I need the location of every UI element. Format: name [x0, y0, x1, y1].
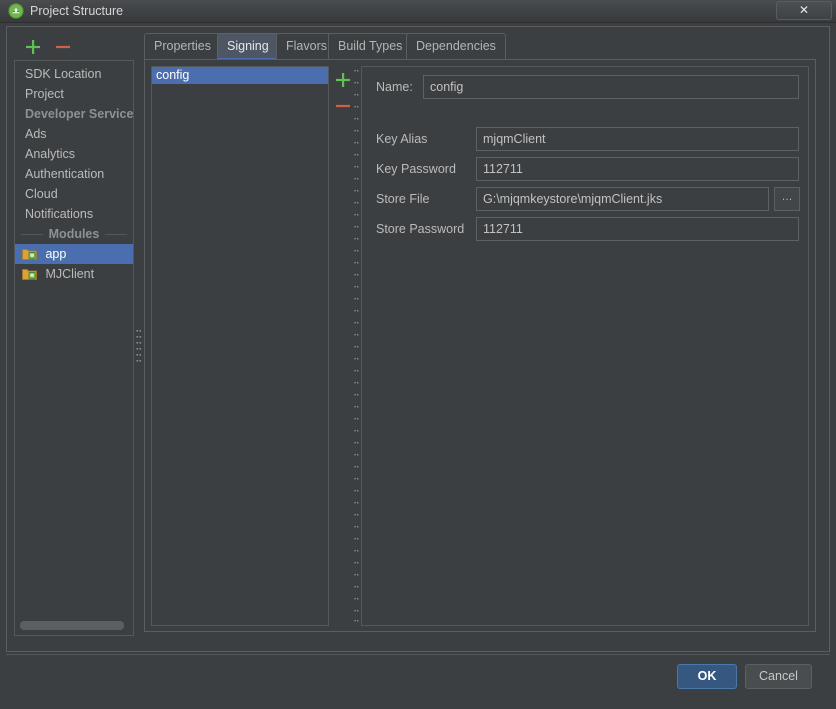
store-file-input[interactable]: G:\mjqmkeystore\mjqmClient.jks: [476, 187, 769, 211]
tab-properties[interactable]: Properties: [144, 33, 221, 59]
store-password-label: Store Password: [376, 222, 465, 236]
sidebar-list[interactable]: SDK Location Project Developer Services …: [14, 60, 134, 636]
sidebar-splitter[interactable]: [134, 60, 144, 636]
minus-icon: [56, 45, 70, 49]
sidebar-header-developer-services: Developer Services: [25, 107, 133, 121]
name-label: Name:: [376, 80, 413, 94]
sidebar-item-ads[interactable]: Ads: [15, 124, 133, 144]
browse-store-file-button[interactable]: …: [774, 187, 800, 211]
close-button[interactable]: ✕: [776, 1, 832, 20]
sidebar-header-modules: Modules: [15, 224, 133, 244]
remove-module-button[interactable]: [52, 36, 74, 58]
form-row-key-alias: Key Alias mjqmClient: [376, 127, 799, 151]
sidebar-item-authentication[interactable]: Authentication: [15, 164, 133, 184]
title-bar: Project Structure ✕: [0, 0, 836, 23]
sidebar-item-sdk-location[interactable]: SDK Location: [15, 64, 133, 84]
splitter-grip-icon: [354, 66, 359, 626]
signing-panel-splitter[interactable]: [352, 66, 361, 626]
form-row-key-password: Key Password 112711: [376, 157, 799, 181]
tab-signing[interactable]: Signing: [217, 33, 279, 60]
tab-bar: Properties Signing Flavors Build Types D…: [144, 33, 824, 60]
footer-separator: [6, 654, 830, 655]
sidebar-item-app-label: app: [45, 247, 67, 261]
signing-configs-list[interactable]: config: [151, 66, 329, 626]
signing-tab-panel: config Name: config Key Alias mjqmClient…: [144, 59, 816, 632]
store-file-label: Store File: [376, 192, 430, 206]
form-row-store-password: Store Password 112711: [376, 217, 799, 241]
sidebar-item-project[interactable]: Project: [15, 84, 133, 104]
key-alias-input[interactable]: mjqmClient: [476, 127, 799, 151]
cancel-button[interactable]: Cancel: [745, 664, 812, 689]
project-structure-dialog: Project Structure ✕ SDK Location Project…: [0, 0, 836, 709]
key-password-input[interactable]: 112711: [476, 157, 799, 181]
close-icon: ✕: [798, 3, 810, 17]
key-alias-label: Key Alias: [376, 132, 428, 146]
tab-dependencies[interactable]: Dependencies: [406, 33, 506, 59]
name-input[interactable]: config: [423, 75, 799, 99]
signing-config-item[interactable]: config: [152, 67, 328, 84]
ok-button[interactable]: OK: [677, 664, 737, 689]
add-module-button[interactable]: [22, 36, 44, 58]
sidebar-item-mjclient-label: MJClient: [45, 267, 95, 281]
splitter-grip-icon: [136, 328, 142, 368]
sidebar-toolbar: [14, 36, 134, 60]
plus-icon: [26, 40, 40, 54]
android-studio-icon: [8, 3, 24, 19]
key-password-label: Key Password: [376, 162, 456, 176]
signing-config-form: Name: config Key Alias mjqmClient Key Pa…: [361, 66, 809, 626]
android-module-icon: [22, 247, 37, 261]
sidebar-item-notifications[interactable]: Notifications: [15, 204, 133, 224]
sidebar-item-app[interactable]: app: [15, 244, 133, 264]
sidebar-horizontal-scrollbar[interactable]: [20, 621, 124, 630]
form-row-store-file: Store File G:\mjqmkeystore\mjqmClient.jk…: [376, 187, 800, 211]
store-password-input[interactable]: 112711: [476, 217, 799, 241]
form-row-name: Name: config: [376, 75, 799, 99]
sidebar-item-mjclient[interactable]: MJClient: [15, 264, 133, 284]
window-title: Project Structure: [30, 4, 124, 18]
sidebar-item-analytics[interactable]: Analytics: [15, 144, 133, 164]
android-module-icon: [22, 267, 37, 281]
sidebar-header-modules-label: Modules: [42, 224, 106, 244]
sidebar-item-cloud[interactable]: Cloud: [15, 184, 133, 204]
tab-build-types[interactable]: Build Types: [328, 33, 413, 59]
